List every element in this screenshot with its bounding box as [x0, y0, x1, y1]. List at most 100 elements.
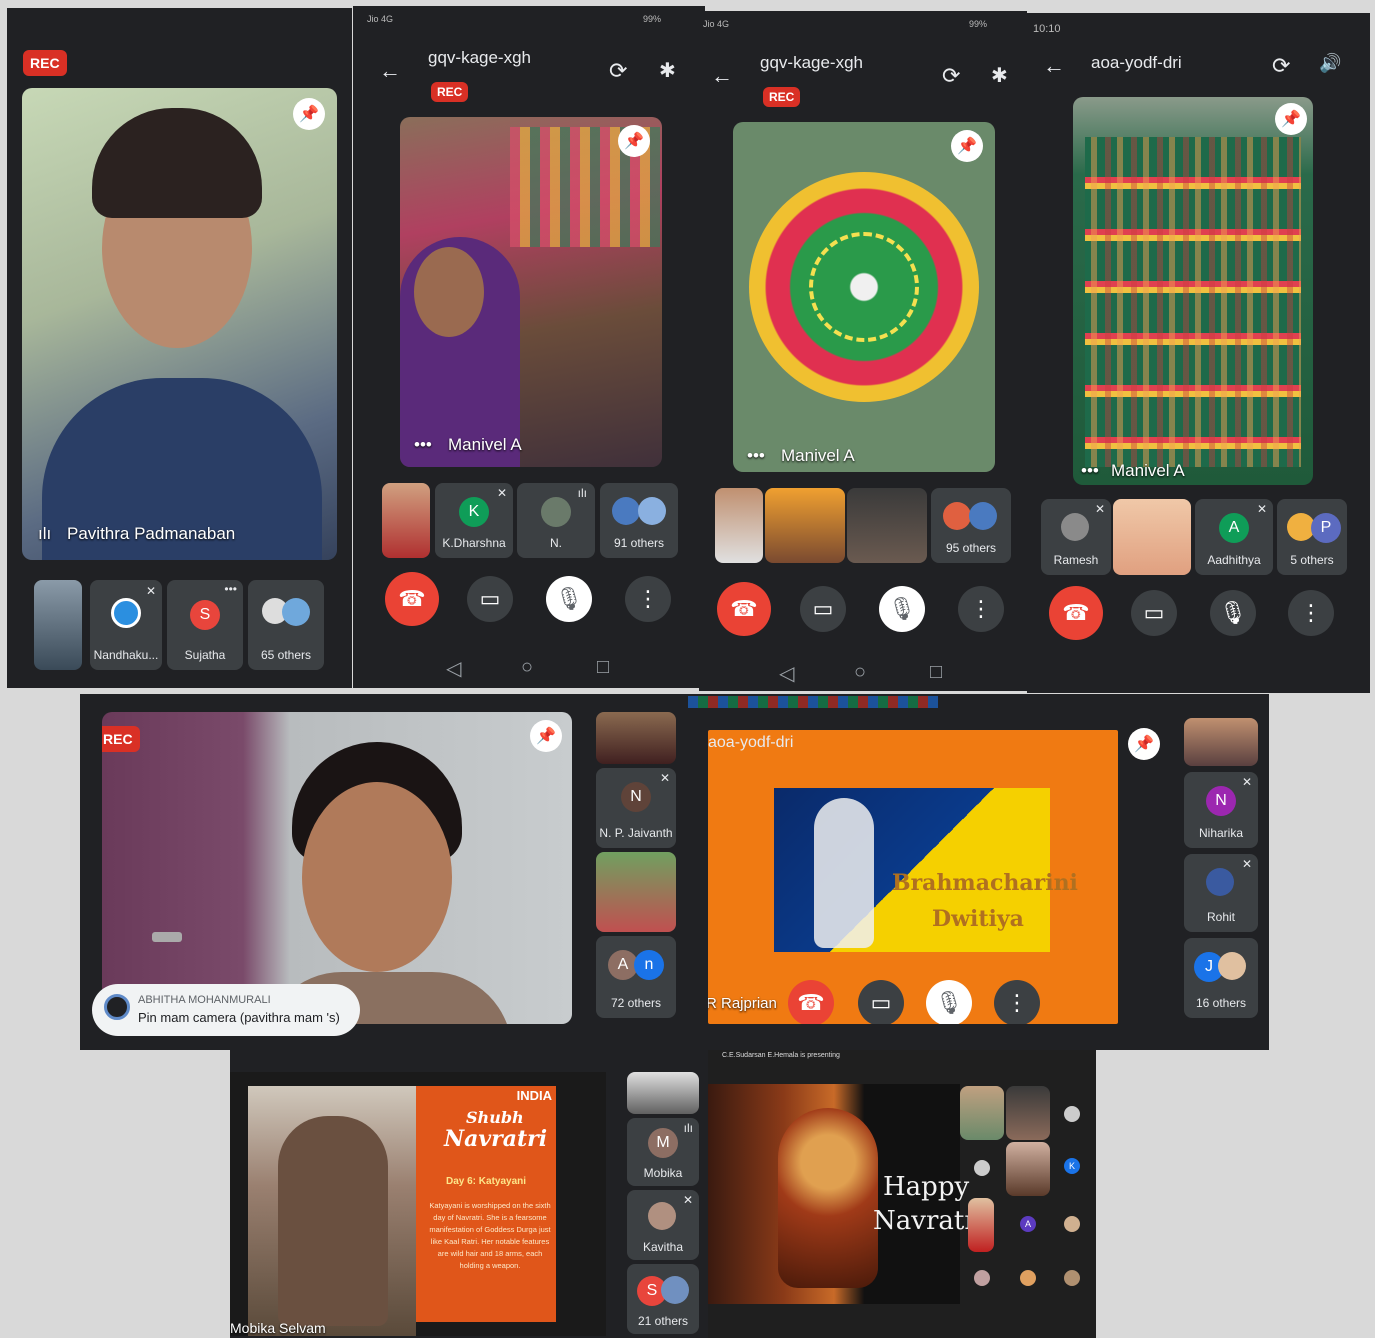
participant-tile-video[interactable]: [960, 1086, 1004, 1140]
participant-tile[interactable]: N ✕ N. P. Jaivanth: [596, 768, 676, 848]
participant-tile-video[interactable]: [1184, 718, 1258, 766]
nav-home-icon[interactable]: ○: [854, 661, 866, 684]
participant-tile-video[interactable]: [34, 580, 82, 670]
pin-icon[interactable]: 📌: [1128, 728, 1160, 760]
speaker-icon[interactable]: 🔊: [1319, 53, 1341, 74]
participant-tile-video[interactable]: [715, 488, 763, 563]
others-tile[interactable]: P 5 others: [1277, 499, 1347, 575]
pin-icon[interactable]: 📌: [951, 130, 983, 162]
more-icon[interactable]: •••: [1081, 461, 1099, 481]
participant-avatar[interactable]: A: [1020, 1216, 1036, 1232]
back-icon[interactable]: ←: [1043, 53, 1065, 79]
nav-home-icon[interactable]: ○: [521, 656, 533, 679]
end-call-button[interactable]: ☎: [385, 572, 439, 626]
nav-back-icon[interactable]: ◁: [779, 661, 794, 686]
presentation-screen[interactable]: Happy Navratri: [708, 1084, 985, 1304]
others-count: 21 others: [637, 1314, 689, 1328]
participant-tile[interactable]: K ✕ K.Dharshna: [435, 483, 513, 558]
mic-off-button[interactable]: 🎙: [926, 980, 972, 1024]
pin-icon[interactable]: 📌: [1275, 103, 1307, 135]
mic-off-button[interactable]: 🎙: [546, 576, 592, 622]
nav-recents-icon[interactable]: □: [597, 656, 609, 679]
more-options-button[interactable]: ⋮: [958, 586, 1004, 632]
participant-tile-video[interactable]: [1006, 1142, 1050, 1196]
more-icon[interactable]: •••: [747, 446, 765, 466]
pin-icon[interactable]: 📌: [618, 125, 650, 157]
bluetooth-icon[interactable]: ✱: [991, 63, 1008, 88]
participant-name: Kavitha: [642, 1240, 684, 1254]
main-video[interactable]: 📌 Pavithra Padmanaban ılı: [22, 88, 337, 560]
participant-tile-video[interactable]: [382, 483, 430, 558]
participant-tile-video[interactable]: [596, 852, 676, 932]
pin-icon[interactable]: 📌: [293, 98, 325, 130]
participant-tile-video[interactable]: [847, 488, 927, 563]
main-video[interactable]: REC 📌: [102, 712, 572, 1024]
participant-avatar[interactable]: [1064, 1270, 1080, 1286]
participant-tile-video[interactable]: [596, 712, 676, 764]
presenter-name: R Rajprian: [708, 995, 777, 1012]
participant-tile[interactable]: A ✕ Aadhithya: [1195, 499, 1273, 575]
others-tile[interactable]: A n 72 others: [596, 936, 676, 1018]
nav-recents-icon[interactable]: □: [930, 661, 942, 684]
camera-button[interactable]: ▭: [1131, 590, 1177, 636]
participant-avatar[interactable]: [1064, 1216, 1080, 1232]
nav-back-icon[interactable]: ◁: [446, 656, 461, 681]
end-call-button[interactable]: ☎: [788, 980, 834, 1024]
switch-camera-icon[interactable]: ⟳: [609, 58, 627, 84]
participant-tile-video[interactable]: [627, 1072, 699, 1114]
participant-avatar[interactable]: [974, 1270, 990, 1286]
more-icon[interactable]: •••: [414, 435, 432, 455]
participant-tile-video[interactable]: [765, 488, 845, 563]
mic-button[interactable]: 🎙: [1210, 590, 1256, 636]
more-options-button[interactable]: ⋮: [1288, 590, 1334, 636]
participant-tile[interactable]: ✕ Kavitha: [627, 1190, 699, 1260]
meeting-code[interactable]: aoa-yodf-dri: [708, 734, 793, 752]
meeting-code[interactable]: gqv-kage-xgh: [428, 48, 531, 68]
end-call-button[interactable]: ☎: [1049, 586, 1103, 640]
camera-button[interactable]: ▭: [858, 980, 904, 1024]
status-bar-battery: 99%: [968, 19, 987, 29]
participant-tile-video[interactable]: [1006, 1086, 1050, 1140]
others-tile[interactable]: S 21 others: [627, 1264, 699, 1334]
mic-off-button[interactable]: 🎙: [879, 586, 925, 632]
participant-tile[interactable]: S ••• Sujatha: [167, 580, 243, 670]
more-options-button[interactable]: ⋮: [625, 576, 671, 622]
camera-button[interactable]: ▭: [800, 586, 846, 632]
switch-camera-icon[interactable]: ⟳: [1272, 53, 1290, 79]
participant-avatar[interactable]: [974, 1160, 990, 1176]
participant-avatar[interactable]: [1020, 1270, 1036, 1286]
participant-tile[interactable]: ✕ Ramesh: [1041, 499, 1111, 575]
presentation-screen[interactable]: aoa-yodf-dri Brahmacharini Dwitiya R Raj…: [708, 730, 1118, 1024]
others-tile[interactable]: 65 others: [248, 580, 324, 670]
participant-tile[interactable]: M ılı Mobika: [627, 1118, 699, 1186]
participant-avatar: M: [648, 1128, 678, 1158]
participant-avatar[interactable]: K: [1064, 1158, 1080, 1174]
participant-avatar[interactable]: [1064, 1106, 1080, 1122]
more-options-button[interactable]: ⋮: [994, 980, 1040, 1024]
bluetooth-icon[interactable]: ✱: [659, 58, 676, 83]
main-video[interactable]: 📌 Manivel A •••: [1073, 97, 1313, 485]
participant-tile-video[interactable]: [968, 1198, 994, 1252]
more-options-icon[interactable]: •••: [224, 582, 237, 596]
pin-icon[interactable]: 📌: [530, 720, 562, 752]
presentation-screen[interactable]: INDIA Shubh Navratri Day 6: Katyayani Ka…: [230, 1072, 606, 1336]
end-call-button[interactable]: ☎: [717, 582, 771, 636]
main-video[interactable]: 📌 Manivel A •••: [733, 122, 995, 472]
participant-tile[interactable]: ✕ Nandhaku...: [90, 580, 162, 670]
others-tile[interactable]: 91 others: [600, 483, 678, 558]
others-tile[interactable]: J 16 others: [1184, 938, 1258, 1018]
participant-tile-video[interactable]: [1113, 499, 1191, 575]
meeting-code[interactable]: aoa-yodf-dri: [1091, 53, 1182, 73]
participant-name: Nandhaku...: [93, 648, 159, 662]
camera-button[interactable]: ▭: [467, 576, 513, 622]
back-icon[interactable]: ←: [379, 58, 401, 84]
others-tile[interactable]: 95 others: [931, 488, 1011, 563]
chat-bubble[interactable]: ABHITHA MOHANMURALI Pin mam camera (pavi…: [92, 984, 360, 1036]
switch-camera-icon[interactable]: ⟳: [942, 63, 960, 89]
participant-tile[interactable]: ılı N.: [517, 483, 595, 558]
participant-tile[interactable]: N ✕ Niharika: [1184, 772, 1258, 848]
participant-tile[interactable]: ✕ Rohit: [1184, 854, 1258, 932]
meeting-code[interactable]: gqv-kage-xgh: [760, 53, 863, 73]
back-icon[interactable]: ←: [711, 63, 733, 89]
main-video[interactable]: 📌 Manivel A •••: [400, 117, 662, 467]
